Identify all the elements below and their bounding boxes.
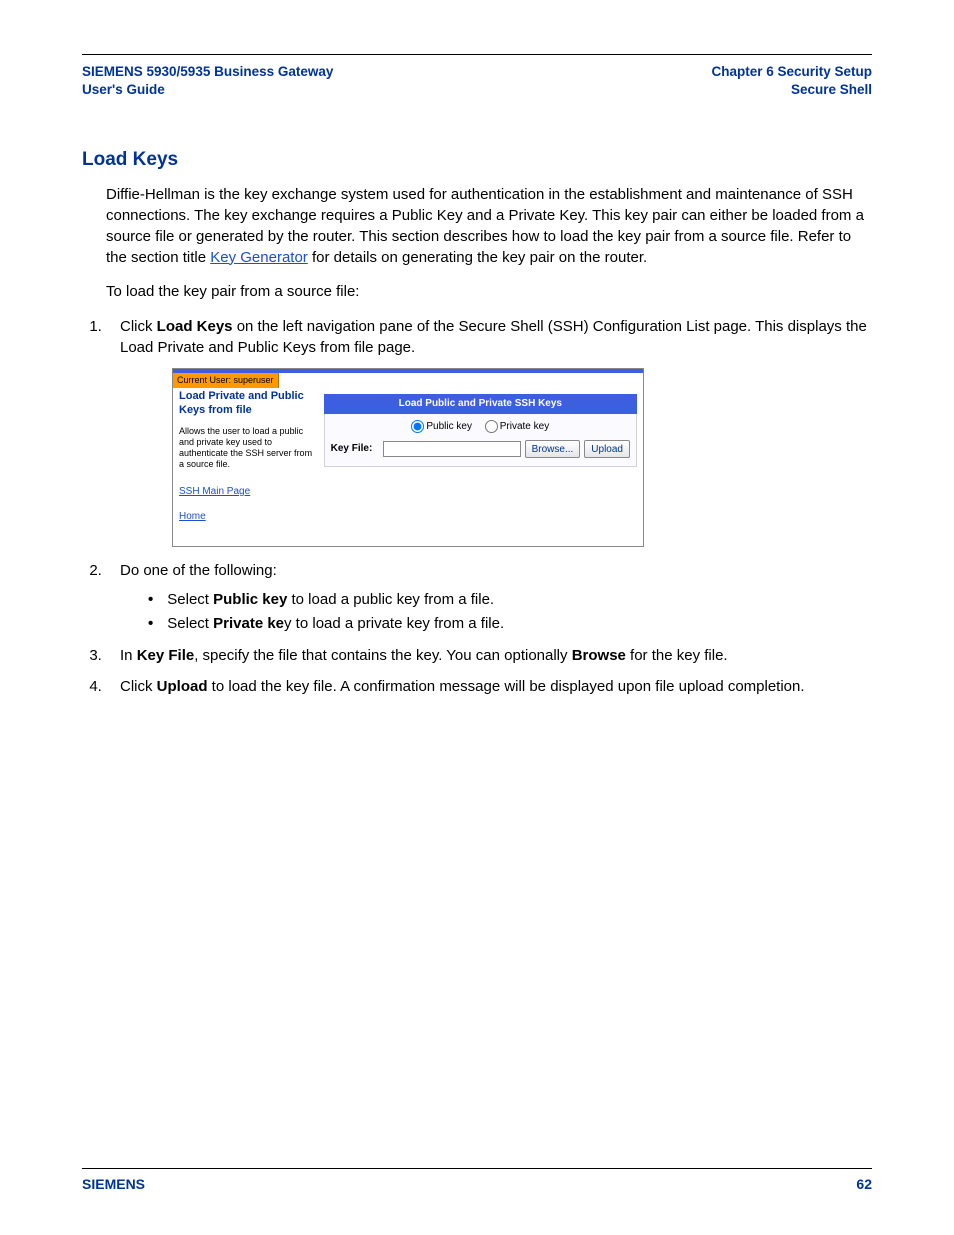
content: Load Keys Diffie-Hellman is the key exch… (82, 109, 872, 697)
shot-left-pane: Load Private and Public Keys from file A… (173, 388, 324, 546)
home-link[interactable]: Home (179, 510, 318, 524)
step-1: Click Load Keys on the left navigation p… (106, 317, 872, 547)
key-file-label: Key File: (331, 442, 379, 456)
step4-post: to load the key file. A confirmation mes… (208, 678, 805, 695)
step2b-pre: Select (167, 615, 213, 632)
step2-sublist: Select Public key to load a public key f… (148, 588, 872, 636)
doc-subtitle: User's Guide (82, 81, 333, 99)
section-name: Secure Shell (711, 81, 872, 99)
shot-body: Load Private and Public Keys from file A… (173, 388, 643, 546)
step4-bold: Upload (157, 678, 208, 695)
step3-post: for the key file. (626, 647, 728, 664)
step2-intro: Do one of the following: (120, 562, 277, 579)
step3-bold1: Key File (137, 647, 195, 664)
step2a-bold: Public key (213, 591, 287, 608)
page-frame: SIEMENS 5930/5935 Business Gateway User'… (82, 54, 872, 1169)
step1-post: on the left navigation pane of the Secur… (120, 318, 867, 356)
step-3: In Key File, specify the file that conta… (106, 646, 872, 667)
private-key-radio-label[interactable]: Private key (485, 421, 549, 432)
public-key-radio-label[interactable]: Public key (411, 421, 472, 432)
step2b: Select Private key to load a private key… (148, 612, 872, 636)
step2a-post: to load a public key from a file. (287, 591, 494, 608)
doc-title: SIEMENS 5930/5935 Business Gateway (82, 63, 333, 81)
private-key-radio[interactable] (485, 420, 498, 433)
shot-right-pane: Load Public and Private SSH Keys Public … (324, 388, 643, 546)
step3-mid: , specify the file that contains the key… (194, 647, 571, 664)
step2a: Select Public key to load a public key f… (148, 588, 872, 612)
ssh-main-page-link[interactable]: SSH Main Page (179, 485, 318, 499)
intro-paragraph-1: Diffie-Hellman is the key exchange syste… (106, 185, 872, 268)
shot-left-title: Load Private and Public Keys from file (179, 390, 318, 418)
panel-title: Load Public and Private SSH Keys (324, 394, 637, 414)
page-header: SIEMENS 5930/5935 Business Gateway User'… (82, 55, 872, 109)
panel-body: Public key Private key Key File: Browse.… (324, 414, 637, 467)
header-left: SIEMENS 5930/5935 Business Gateway User'… (82, 63, 333, 99)
intro-paragraph-2: To load the key pair from a source file: (106, 282, 872, 303)
step2a-pre: Select (167, 591, 213, 608)
header-right: Chapter 6 Security Setup Secure Shell (711, 63, 872, 99)
page-footer: SIEMENS 62 (82, 1176, 872, 1192)
browse-button[interactable]: Browse... (525, 440, 581, 458)
public-key-radio[interactable] (411, 420, 424, 433)
step3-pre: In (120, 647, 137, 664)
key-file-row: Key File: Browse... Upload (331, 440, 630, 458)
step1-bold: Load Keys (157, 318, 233, 335)
step1-pre: Click (120, 318, 157, 335)
footer-brand: SIEMENS (82, 1176, 145, 1192)
current-user-label: Current User: superuser (173, 373, 279, 387)
step-2: Do one of the following: Select Public k… (106, 561, 872, 636)
public-key-text: Public key (426, 421, 472, 432)
step-4: Click Upload to load the key file. A con… (106, 677, 872, 698)
step3-bold2: Browse (572, 647, 626, 664)
footer-page-number: 62 (856, 1176, 872, 1192)
steps-list: Click Load Keys on the left navigation p… (106, 317, 872, 697)
private-key-text: Private key (500, 421, 549, 432)
shot-left-desc: Allows the user to load a public and pri… (179, 426, 318, 471)
shot-orange-row: Current User: superuser (173, 373, 643, 388)
intro-text-post: for details on generating the key pair o… (308, 249, 647, 266)
section-heading: Load Keys (82, 149, 872, 171)
step4-pre: Click (120, 678, 157, 695)
key-type-radio-group: Public key Private key (331, 420, 630, 434)
step2b-post: y to load a private key from a file. (284, 615, 504, 632)
embedded-screenshot: Current User: superuser Load Private and… (172, 368, 644, 547)
key-generator-link[interactable]: Key Generator (210, 249, 308, 266)
step2b-bold: Private ke (213, 615, 284, 632)
key-file-input[interactable] (383, 441, 521, 457)
chapter-title: Chapter 6 Security Setup (711, 63, 872, 81)
upload-button[interactable]: Upload (584, 440, 630, 458)
